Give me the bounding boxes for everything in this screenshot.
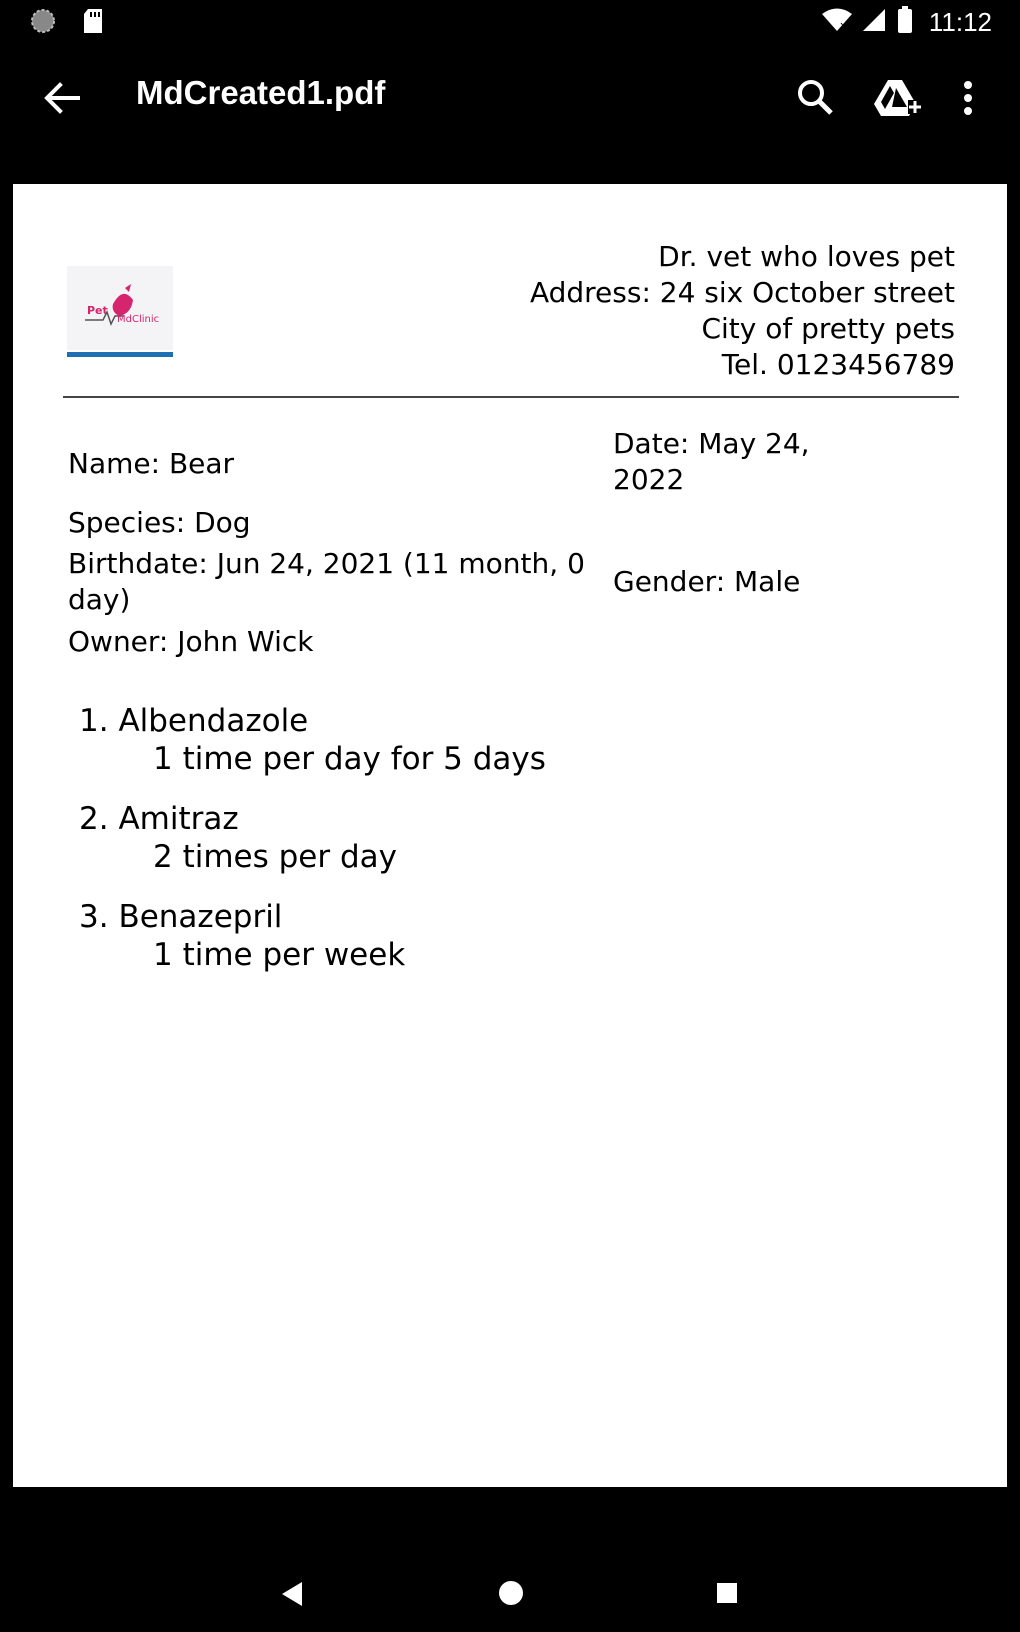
prescription-item: 1. Albendazole 1 time per day for 5 days xyxy=(79,702,546,778)
patient-species: Species: Dog xyxy=(68,506,251,539)
svg-text:x: x xyxy=(840,19,847,32)
search-icon[interactable] xyxy=(792,74,840,122)
signal-icon xyxy=(862,7,887,38)
drug-name: Albendazole xyxy=(118,703,309,739)
prescription-number: 2. xyxy=(79,801,109,837)
drug-dosage: 2 times per day xyxy=(153,839,397,875)
header-divider xyxy=(63,396,959,398)
drive-add-icon[interactable] xyxy=(872,74,924,122)
clinic-address: Address: 24 six October street xyxy=(529,276,955,309)
drug-name: Benazepril xyxy=(118,899,283,935)
prescription-item: 2. Amitraz 2 times per day xyxy=(79,800,546,876)
nav-back-icon[interactable] xyxy=(280,1580,304,1613)
logo-text-clinic: MdClinic xyxy=(117,314,159,325)
nav-recents-icon[interactable] xyxy=(716,1582,738,1609)
status-time: 11:12 xyxy=(928,7,992,37)
visit-date: Date: May 24, 2022 xyxy=(613,426,810,498)
spinner-icon xyxy=(30,8,56,39)
prescription-list: 1. Albendazole 1 time per day for 5 days… xyxy=(79,702,546,996)
patient-name: Name: Bear xyxy=(68,447,235,480)
nav-home-icon[interactable] xyxy=(498,1580,524,1611)
sd-card-icon xyxy=(82,8,104,39)
clinic-logo: Pet MdClinic xyxy=(67,266,173,362)
pdf-page[interactable]: Pet MdClinic Dr. vet who loves pet Addre… xyxy=(13,184,1007,1487)
doctor-name: Dr. vet who loves pet xyxy=(658,240,955,273)
clinic-city: City of pretty pets xyxy=(701,312,955,345)
back-arrow-icon[interactable] xyxy=(38,74,86,122)
patient-gender: Gender: Male xyxy=(613,565,801,598)
birthdate-line-1: Birthdate: Jun 24, 2021 (11 month, 0 xyxy=(68,547,585,580)
prescription-number: 3. xyxy=(79,899,109,935)
app-bar: MdCreated1.pdf xyxy=(0,44,1020,148)
drug-dosage: 1 time per week xyxy=(153,937,406,973)
clinic-phone: Tel. 0123456789 xyxy=(721,348,955,381)
prescription-number: 1. xyxy=(79,703,109,739)
wifi-icon: x xyxy=(821,7,853,38)
date-line-2: 2022 xyxy=(613,463,685,496)
clinic-info: Dr. vet who loves pet Address: 24 six Oc… xyxy=(530,239,955,383)
battery-icon xyxy=(897,6,913,39)
patient-owner: Owner: John Wick xyxy=(68,625,314,658)
navigation-bar xyxy=(0,1560,1020,1632)
date-line-1: Date: May 24, xyxy=(613,427,810,460)
more-vert-icon[interactable] xyxy=(950,74,986,122)
drug-name: Amitraz xyxy=(118,801,239,837)
status-bar: x 11:12 xyxy=(0,0,1020,44)
drug-dosage: 1 time per day for 5 days xyxy=(153,741,546,777)
birthdate-line-2: day) xyxy=(68,583,131,616)
document-title: MdCreated1.pdf xyxy=(136,74,386,111)
prescription-item: 3. Benazepril 1 time per week xyxy=(79,898,546,974)
patient-birthdate: Birthdate: Jun 24, 2021 (11 month, 0 day… xyxy=(68,546,585,618)
